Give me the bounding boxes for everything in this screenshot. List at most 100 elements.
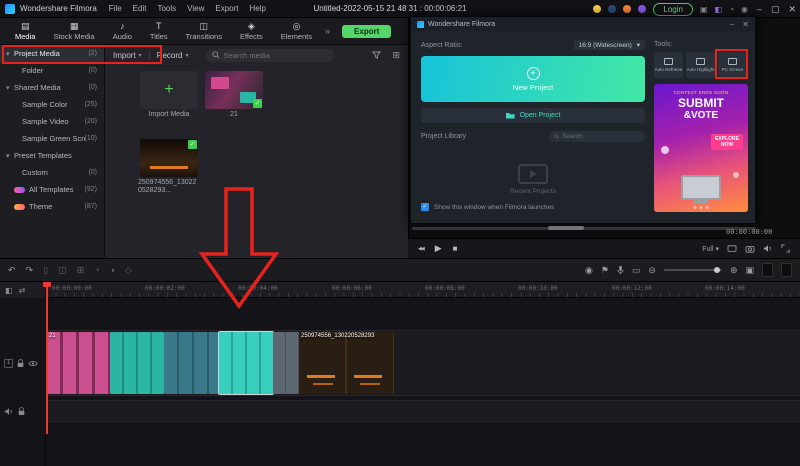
redo-icon[interactable]: ↷	[26, 265, 34, 276]
snapshot-icon[interactable]: ▣	[700, 5, 708, 14]
timeline-clip-green-selected[interactable]	[218, 331, 274, 395]
tab-audio[interactable]: ♪ Audio	[104, 21, 141, 41]
timeline-clip-green-2[interactable]	[164, 332, 219, 394]
plugin-icon[interactable]	[638, 5, 647, 13]
timeline-zoom-slider[interactable]	[663, 267, 722, 273]
caret-down-icon[interactable]: ▾	[6, 152, 14, 160]
sidebar-item-sample-green-screen[interactable]: Sample Green Screen (10)	[0, 130, 104, 147]
color-correction-icon[interactable]: ◑	[110, 265, 115, 275]
promo-cta-button[interactable]: EXPLORE NOW	[711, 134, 743, 150]
auto-highlight-button[interactable]: Auto Highlight	[686, 52, 715, 78]
crop-icon[interactable]: ⊞	[77, 265, 85, 276]
filter-icon[interactable]	[372, 51, 382, 59]
auto-reframe-button[interactable]: Auto Reframe	[654, 52, 683, 78]
export-button[interactable]: Export	[342, 24, 392, 38]
audio-track-lane[interactable]	[46, 400, 800, 422]
sidebar-item-custom[interactable]: Custom (0)	[0, 164, 104, 181]
notifications-icon[interactable]: ◔	[729, 5, 734, 14]
sidebar-item-preset-templates[interactable]: ▾ Preset Templates	[0, 147, 104, 164]
tab-transitions[interactable]: ◫ Transitions	[177, 21, 231, 41]
import-media-tile[interactable]: +	[140, 71, 198, 109]
sidebar-item-folder[interactable]: Folder (0)	[0, 62, 104, 79]
lock-icon[interactable]	[18, 406, 25, 416]
grid-view-icon[interactable]: ⊞	[392, 50, 400, 61]
track-swap-icon[interactable]: ⇄	[19, 286, 26, 295]
menu-export[interactable]: Export	[215, 4, 238, 13]
timeline-clip-gray[interactable]	[273, 332, 299, 394]
login-button[interactable]: Login	[653, 2, 693, 16]
undo-icon[interactable]: ↶	[8, 265, 16, 276]
lock-icon[interactable]	[17, 358, 24, 368]
stop-button[interactable]: ■	[453, 244, 458, 253]
new-project-button[interactable]: + New Project	[421, 56, 645, 102]
close-button[interactable]: ✕	[742, 20, 749, 29]
previous-frame-button[interactable]: ◀◀	[418, 246, 425, 252]
aspect-ratio-dropdown[interactable]: 16:9 (Widescreen) ▾	[573, 40, 645, 50]
promo-pagination-dots[interactable]	[693, 206, 709, 209]
split-icon[interactable]: ◫	[58, 265, 67, 276]
close-button[interactable]: ✕	[788, 4, 796, 15]
tab-effects[interactable]: ◈ Effects	[231, 21, 272, 41]
timeline-clip-green-1[interactable]	[110, 332, 164, 394]
minimize-button[interactable]: –	[730, 20, 734, 29]
play-button[interactable]: ▶	[435, 243, 442, 254]
speed-icon[interactable]: ◔	[94, 265, 99, 275]
sidebar-item-shared-media[interactable]: ▾ Shared Media (0)	[0, 79, 104, 96]
open-project-button[interactable]: Open Project	[421, 108, 645, 123]
menu-edit[interactable]: Edit	[133, 4, 147, 13]
more-tabs-icon[interactable]: »	[325, 26, 330, 36]
import-dropdown[interactable]: Import ▾	[113, 51, 142, 60]
library-search-box[interactable]	[549, 131, 645, 142]
tab-stock-media[interactable]: ▦ Stock Media	[44, 21, 103, 41]
snapshot-camera-icon[interactable]	[745, 245, 755, 253]
menu-view[interactable]: View	[187, 4, 204, 13]
volume-icon[interactable]	[763, 244, 773, 253]
menu-tools[interactable]: Tools	[157, 4, 176, 13]
fit-screen-icon[interactable]	[727, 244, 737, 253]
marker-icon[interactable]: ⚑	[601, 265, 609, 276]
zoom-fit-icon[interactable]: ▣	[745, 265, 754, 276]
keyframe-icon[interactable]: ◇	[125, 265, 132, 276]
mute-speaker-icon[interactable]	[4, 407, 14, 416]
delete-icon[interactable]: ▯	[43, 265, 48, 276]
minimize-button[interactable]: –	[757, 4, 762, 14]
dark-mode-icon[interactable]	[608, 5, 617, 13]
menu-file[interactable]: File	[109, 4, 122, 13]
zoom-out-icon[interactable]: ⊖	[648, 265, 656, 276]
pc-screen-button[interactable]: PC Screen	[715, 49, 748, 79]
voiceover-mic-icon[interactable]	[617, 265, 624, 275]
zoom-slider-thumb[interactable]	[713, 267, 720, 273]
sidebar-item-sample-video[interactable]: Sample Video (20)	[0, 113, 104, 130]
timeline-clip-21[interactable]: 21	[47, 332, 110, 394]
support-icon[interactable]	[623, 5, 632, 13]
promo-banner[interactable]: CONTEST ENDS SOON SUBMIT &VOTE EXPLORE N…	[654, 84, 748, 212]
sidebar-item-theme[interactable]: Theme (87)	[0, 198, 104, 215]
caret-down-icon[interactable]: ▾	[6, 50, 14, 58]
playhead-line[interactable]	[46, 283, 48, 434]
media-item-21-thumbnail[interactable]: ✓	[205, 71, 263, 109]
maximize-button[interactable]: ▢	[771, 4, 780, 15]
checkbox-checked-icon[interactable]: ✓	[421, 203, 429, 211]
upgrade-gift-icon[interactable]: ◧	[715, 5, 723, 14]
sidebar-item-sample-color[interactable]: Sample Color (25)	[0, 96, 104, 113]
zoom-in-icon[interactable]: ⊕	[730, 265, 738, 276]
preview-seek-bar[interactable]	[412, 227, 756, 230]
account-icon[interactable]: ◉	[741, 5, 748, 14]
manage-tracks-icon[interactable]: ◧	[5, 286, 13, 295]
eye-icon[interactable]	[28, 360, 38, 367]
record-dropdown[interactable]: Record ▾	[157, 51, 189, 60]
timeline-ruler[interactable]: 00:00:00:00 00:00:02:00 00:00:04:00 00:0…	[0, 282, 800, 298]
library-search-input[interactable]	[562, 133, 640, 140]
sidebar-item-project-media[interactable]: ▾ Project Media (2)	[0, 45, 104, 62]
timeline-option-button[interactable]	[781, 263, 792, 277]
launch-checkbox-row[interactable]: ✓ Show this window when Filmora launches	[421, 203, 554, 211]
tab-elements[interactable]: ◎ Elements	[272, 21, 321, 41]
render-preview-icon[interactable]: ◉	[585, 265, 593, 276]
whats-new-icon[interactable]	[593, 5, 602, 13]
preview-seek-thumb[interactable]	[548, 226, 584, 230]
tab-titles[interactable]: T Titles	[141, 21, 177, 41]
zoom-level-dropdown[interactable]: Full ▾	[702, 245, 719, 253]
media-search-box[interactable]	[205, 48, 334, 62]
media-item-video-thumbnail[interactable]: ✓	[140, 139, 198, 177]
caret-down-icon[interactable]: ▾	[6, 84, 14, 92]
